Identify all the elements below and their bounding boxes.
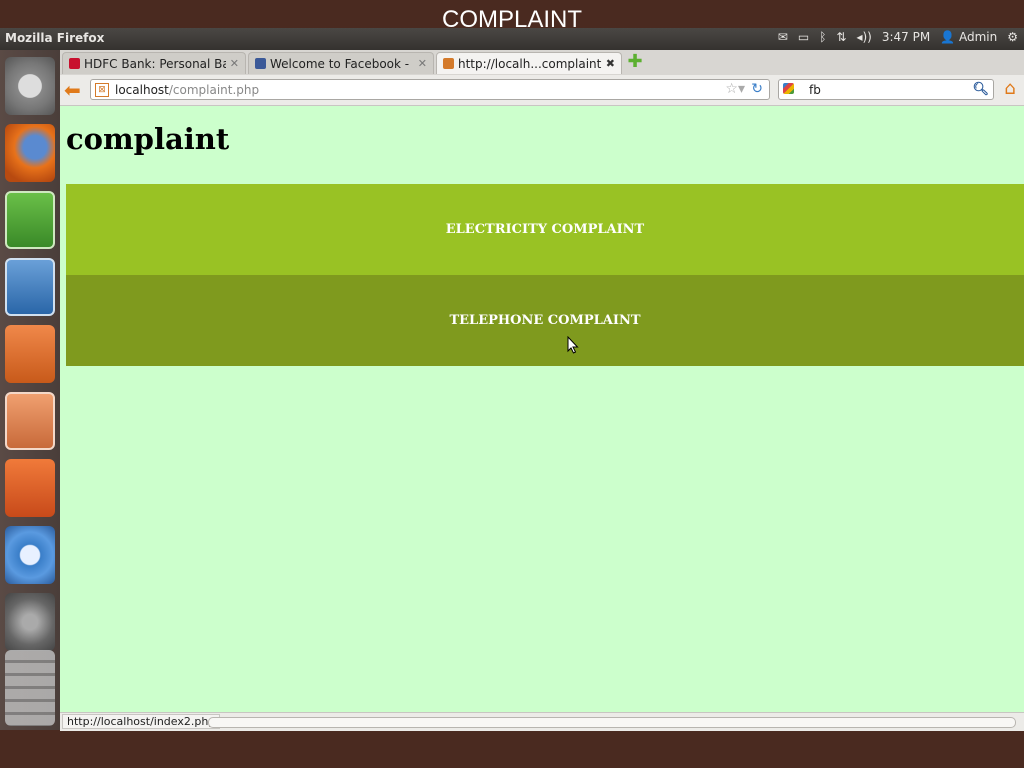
search-icon[interactable]: 🔍︎: [972, 82, 989, 97]
menu-item-label: ELECTRICITY COMPLAINT: [445, 222, 645, 237]
close-tab-icon[interactable]: ✖: [606, 57, 615, 70]
files-icon[interactable]: [5, 325, 55, 383]
tab-complaint[interactable]: http://localh...complaint.php ✖: [436, 52, 622, 74]
tab-hdfc[interactable]: HDFC Bank: Personal Banki... ✕: [62, 52, 246, 74]
tab-bar: HDFC Bank: Personal Banki... ✕ Welcome t…: [60, 50, 1024, 75]
url-path: /complaint.php: [168, 83, 260, 97]
home-button[interactable]: ⌂: [1000, 79, 1020, 99]
indicator-area: ✉ ▭ ᛒ ⇅ ◂)) 3:47 PM 👤 Admin ⚙: [778, 30, 1018, 44]
user-name: Admin: [958, 30, 998, 44]
electricity-complaint-link[interactable]: ELECTRICITY COMPLAINT: [66, 184, 1024, 275]
writer-icon[interactable]: [5, 258, 55, 316]
app-name: Mozilla Firefox: [5, 31, 105, 45]
tab-facebook[interactable]: Welcome to Facebook - Log... ✕: [248, 52, 434, 74]
software-center-icon[interactable]: [5, 459, 55, 517]
power-icon[interactable]: ⚙: [1007, 30, 1018, 44]
slide-title: COMPLAINT: [0, 0, 1024, 33]
facebook-favicon-icon: [255, 58, 266, 69]
spreadsheet-icon[interactable]: [5, 191, 55, 249]
new-tab-button[interactable]: ✚: [626, 53, 644, 71]
close-tab-icon[interactable]: ✕: [418, 57, 427, 70]
url-bar[interactable]: ⊠ localhost/complaint.php ☆▾ ↻: [90, 79, 770, 100]
impress-icon[interactable]: [5, 392, 55, 450]
url-host: localhost: [115, 83, 169, 97]
network-icon[interactable]: ⇅: [836, 30, 846, 44]
tab-label: http://localh...complaint.php: [458, 56, 602, 71]
ubuntu-top-panel: Mozilla Firefox ✉ ▭ ᛒ ⇅ ◂)) 3:47 PM 👤 Ad…: [0, 28, 1024, 50]
hdfc-favicon-icon: [69, 58, 80, 69]
user-icon: 👤: [940, 30, 956, 44]
reload-icon[interactable]: ↻: [751, 81, 763, 97]
localhost-favicon-icon: [443, 58, 454, 69]
menu-item-label: TELEPHONE COMPLAINT: [449, 313, 641, 328]
site-identity-icon[interactable]: ⊠: [95, 83, 109, 97]
page-content: complaint ELECTRICITY COMPLAINT TELEPHON…: [60, 106, 1024, 718]
tab-label: Welcome to Facebook - Log...: [270, 56, 414, 71]
url-text: localhost/complaint.php: [115, 83, 259, 97]
slide-footer: [0, 731, 1024, 768]
unity-launcher: [0, 50, 60, 730]
bluetooth-icon[interactable]: ᛒ: [819, 30, 826, 44]
back-button[interactable]: ⬅: [64, 80, 84, 100]
gimp-icon[interactable]: [5, 593, 55, 651]
search-bar[interactable]: fb 🔍︎: [778, 79, 994, 100]
close-tab-icon[interactable]: ✕: [230, 57, 239, 70]
page-title: complaint: [66, 122, 230, 156]
search-input[interactable]: fb: [809, 83, 821, 97]
workspace-switcher-icon[interactable]: [5, 650, 55, 726]
telephone-complaint-link[interactable]: TELEPHONE COMPLAINT: [66, 275, 1024, 366]
battery-icon[interactable]: ▭: [798, 30, 809, 44]
user-menu[interactable]: 👤 Admin: [940, 30, 997, 44]
mail-icon[interactable]: ✉: [778, 30, 788, 44]
firefox-icon[interactable]: [5, 124, 55, 182]
clock[interactable]: 3:47 PM: [882, 30, 930, 44]
status-bar: http://localhost/index2.php: [60, 712, 1024, 731]
tab-label: HDFC Bank: Personal Banki...: [84, 56, 226, 71]
navigation-toolbar: ⬅ ⊠ localhost/complaint.php ☆▾ ↻ fb 🔍︎ ⌂: [60, 75, 1024, 106]
horizontal-scrollbar[interactable]: [208, 717, 1016, 728]
ubuntu-logo-icon[interactable]: [5, 57, 55, 115]
mouse-pointer-icon: [567, 336, 579, 354]
chromium-icon[interactable]: [5, 526, 55, 584]
volume-icon[interactable]: ◂)): [856, 30, 871, 44]
bookmark-star-icon[interactable]: ☆▾: [725, 81, 745, 97]
status-link-url: http://localhost/index2.php: [62, 714, 221, 729]
google-search-engine-icon[interactable]: [783, 83, 794, 94]
